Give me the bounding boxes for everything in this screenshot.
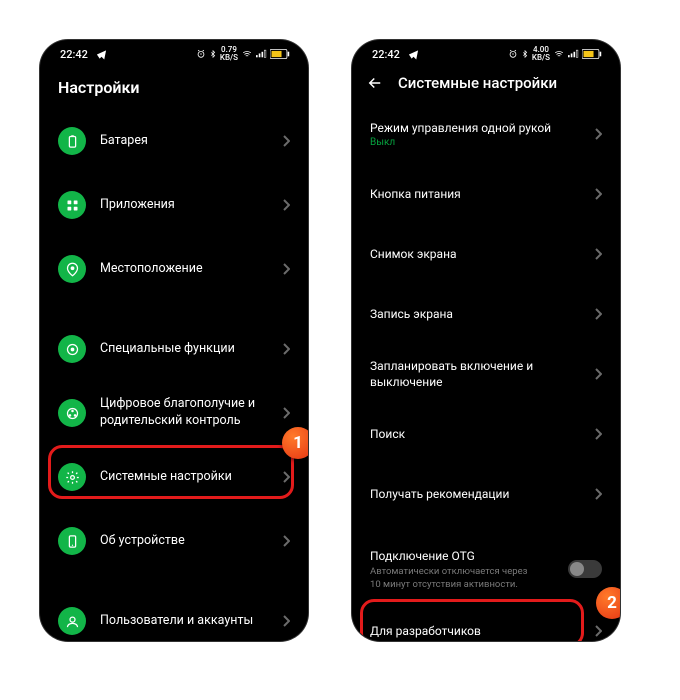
settings-list: Батарея Приложения Местоположение Специальн…: [40, 109, 308, 641]
status-time: 22:42: [372, 48, 400, 61]
row-label: Местоположение: [100, 261, 282, 278]
otg-toggle[interactable]: [568, 560, 602, 578]
wifi-icon: [241, 49, 253, 59]
chevron-right-icon: [594, 488, 602, 500]
page-header: Настройки: [40, 68, 308, 109]
row-label: Получать рекомендации: [370, 486, 594, 502]
chevron-right-icon: [282, 535, 290, 547]
chevron-right-icon: [594, 428, 602, 440]
settings-row-специальные-функции[interactable]: Специальные функции: [42, 317, 306, 381]
page-title: Системные настройки: [398, 74, 557, 92]
target-icon: [58, 335, 86, 363]
net-speed: 0.79KB/S: [220, 46, 238, 62]
settings-row-об-устройстве[interactable]: Об устройстве: [42, 509, 306, 573]
chevron-right-icon: [594, 625, 602, 637]
status-bar: 22:42 0.79KB/S: [40, 40, 308, 68]
alarm-icon: [508, 49, 518, 59]
settings-row-снимок-экрана[interactable]: Снимок экрана: [354, 224, 618, 284]
page-header: Системные настройки: [352, 68, 620, 104]
back-icon[interactable]: [366, 74, 384, 92]
telegram-icon: [96, 49, 107, 60]
user-icon: [58, 607, 86, 635]
step-marker-1: 1: [282, 427, 308, 459]
alarm-icon: [196, 49, 206, 59]
battery-icon: [58, 127, 86, 155]
row-label: Режим управления одной рукой: [370, 120, 594, 136]
row-label: Поиск: [370, 426, 594, 442]
row-label: Запись экрана: [370, 306, 594, 322]
chevron-right-icon: [282, 407, 290, 419]
settings-row-запись-экрана[interactable]: Запись экрана: [354, 284, 618, 344]
chevron-right-icon: [594, 188, 602, 200]
chevron-right-icon: [282, 135, 290, 147]
settings-row-режим-управления-одной-р[interactable]: Режим управления одной рукойВыкл: [354, 104, 618, 164]
device-icon: [58, 527, 86, 555]
settings-row-поиск[interactable]: Поиск: [354, 404, 618, 464]
status-time: 22:42: [60, 48, 88, 61]
row-label: Подключение OTG: [370, 548, 568, 564]
apps-icon: [58, 191, 86, 219]
chevron-right-icon: [282, 471, 290, 483]
settings-row-для-разработчиков[interactable]: Для разработчиков: [354, 601, 618, 641]
battery-icon: [582, 49, 602, 59]
row-label: Об устройстве: [100, 533, 282, 550]
row-sub: Выкл: [370, 137, 594, 148]
settings-row-пользователи-и-аккаунты[interactable]: Пользователи и аккаунты: [42, 589, 306, 641]
chevron-right-icon: [594, 248, 602, 260]
phone-right: 22:42 4.00KB/S Системные настройки Режим…: [352, 40, 620, 641]
settings-row-системные-настройки[interactable]: Системные настройки: [42, 445, 306, 509]
row-label: Системные настройки: [100, 469, 282, 486]
row-label: Снимок экрана: [370, 246, 594, 262]
battery-icon: [270, 49, 290, 59]
signal-icon: [568, 49, 579, 59]
wellbeing-icon: [58, 399, 86, 427]
row-label: Батарея: [100, 133, 282, 150]
chevron-right-icon: [594, 308, 602, 320]
settings-row-получать-рекомендации[interactable]: Получать рекомендации: [354, 464, 618, 524]
chevron-right-icon: [282, 615, 290, 627]
location-icon: [58, 255, 86, 283]
settings-row-кнопка-питания[interactable]: Кнопка питания: [354, 164, 618, 224]
settings-row-подключение-otg[interactable]: Подключение OTG Автоматически отключается…: [354, 538, 618, 601]
step-marker-2: 2: [596, 587, 620, 619]
telegram-icon: [408, 49, 419, 60]
bluetooth-icon: [521, 49, 529, 59]
chevron-right-icon: [282, 199, 290, 211]
settings-row-местоположение[interactable]: Местоположение: [42, 237, 306, 301]
row-label: Пользователи и аккаунты: [100, 613, 282, 630]
chevron-right-icon: [594, 368, 602, 380]
settings-row-запланировать-включение-[interactable]: Запланировать включение и выключение: [354, 344, 618, 404]
settings-row-приложения[interactable]: Приложения: [42, 173, 306, 237]
chevron-right-icon: [282, 343, 290, 355]
row-label: Цифровое благополучие и родительский кон…: [100, 396, 282, 430]
chevron-right-icon: [282, 263, 290, 275]
row-sub: Автоматически отключается через 10 минут…: [370, 566, 530, 591]
status-bar: 22:42 4.00KB/S: [352, 40, 620, 68]
bluetooth-icon: [209, 49, 217, 59]
system-settings-list: Режим управления одной рукойВыкл Кнопка п…: [352, 104, 620, 641]
net-speed: 4.00KB/S: [532, 46, 550, 62]
row-label: Кнопка питания: [370, 186, 594, 202]
row-label: Приложения: [100, 197, 282, 214]
phone-left: 22:42 0.79KB/S Настройки Батарея Приложен…: [40, 40, 308, 641]
gear-icon: [58, 463, 86, 491]
settings-row-батарея[interactable]: Батарея: [42, 109, 306, 173]
row-label: Для разработчиков: [370, 623, 594, 639]
wifi-icon: [553, 49, 565, 59]
row-label: Запланировать включение и выключение: [370, 358, 594, 390]
signal-icon: [256, 49, 267, 59]
settings-row-цифровое-благополучие-и-[interactable]: Цифровое благополучие и родительский кон…: [42, 381, 306, 445]
row-label: Специальные функции: [100, 341, 282, 358]
chevron-right-icon: [594, 128, 602, 140]
page-title: Настройки: [58, 78, 290, 97]
